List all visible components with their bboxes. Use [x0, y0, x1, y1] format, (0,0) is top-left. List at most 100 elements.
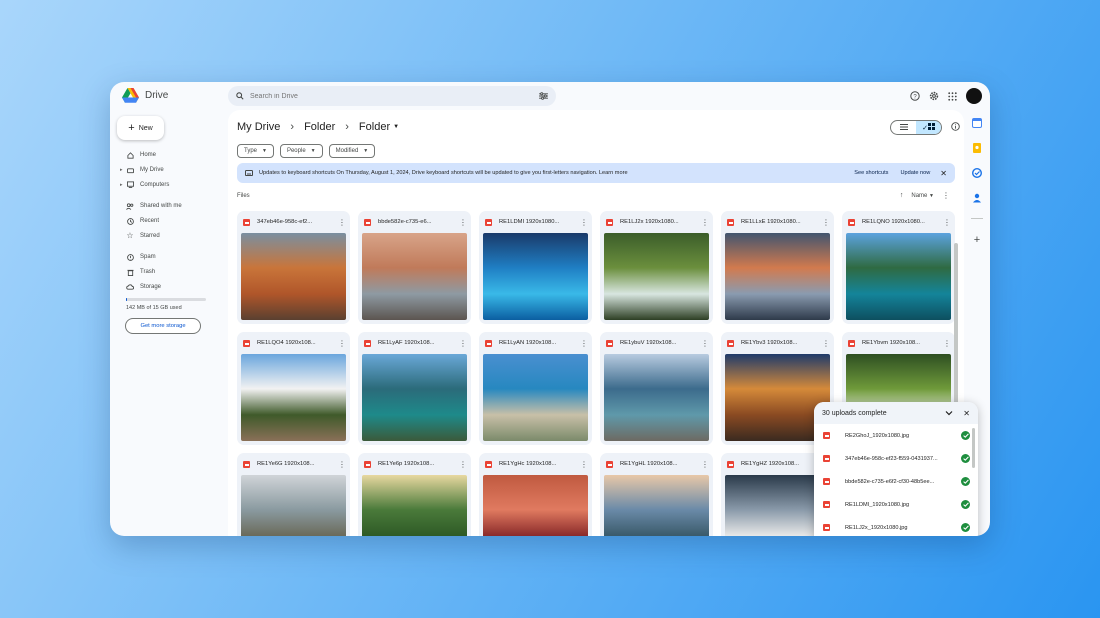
- file-thumbnail[interactable]: [846, 233, 951, 320]
- more-vert-icon[interactable]: ⋮: [338, 218, 346, 227]
- file-card[interactable]: bbde582e-c735-e6... ⋮: [358, 211, 471, 324]
- new-button[interactable]: + New: [117, 116, 164, 140]
- file-card[interactable]: RE1YgHc 1920x108... ⋮: [479, 453, 592, 536]
- file-thumbnail[interactable]: [604, 354, 709, 441]
- settings-icon[interactable]: [929, 91, 939, 101]
- file-card[interactable]: RE1YgHL 1920x108... ⋮: [600, 453, 713, 536]
- list-view-button[interactable]: [891, 121, 916, 134]
- more-vert-icon[interactable]: ⋮: [459, 460, 467, 469]
- grid-view-button[interactable]: ✓: [916, 121, 941, 134]
- file-card[interactable]: 347eb46e-958c-ef2... ⋮: [237, 211, 350, 324]
- search-input[interactable]: [250, 92, 539, 100]
- file-card[interactable]: RE1LLxE 1920x1080... ⋮: [721, 211, 834, 324]
- upload-item[interactable]: RE2GhoJ_1920x1080.jpg: [814, 424, 978, 447]
- more-vert-icon[interactable]: ⋮: [338, 460, 346, 469]
- filter-people[interactable]: People ▼: [279, 144, 323, 158]
- breadcrumb-item[interactable]: My Drive: [237, 121, 280, 133]
- filter-type[interactable]: Type ▼: [237, 144, 274, 158]
- file-thumbnail[interactable]: [604, 233, 709, 320]
- expand-caret-icon[interactable]: ▸: [120, 167, 123, 173]
- see-shortcuts-button[interactable]: See shortcuts: [854, 170, 888, 176]
- breadcrumb-item[interactable]: Folder: [304, 121, 335, 133]
- file-card[interactable]: RE1LyAF 1920x108... ⋮: [358, 332, 471, 445]
- upload-item[interactable]: RE1LJ2x_1920x1080.jpg: [814, 516, 978, 536]
- file-thumbnail[interactable]: [362, 233, 467, 320]
- more-vert-icon[interactable]: ⋮: [701, 339, 709, 348]
- sidebar-item-spam[interactable]: Spam: [110, 250, 210, 265]
- more-vert-icon[interactable]: ⋮: [580, 218, 588, 227]
- sidebar-item-label: Computers: [140, 181, 170, 188]
- upload-item[interactable]: 347eb46e-958c-ef23-f559-0431937...: [814, 447, 978, 470]
- update-now-button[interactable]: Update now: [900, 170, 930, 176]
- sort-by-name[interactable]: Name ▼: [911, 193, 934, 199]
- file-thumbnail[interactable]: [362, 475, 467, 536]
- info-icon[interactable]: [951, 122, 960, 131]
- sidebar-item-shared[interactable]: Shared with me: [110, 199, 210, 214]
- more-vert-icon[interactable]: ⋮: [459, 218, 467, 227]
- app-title: Drive: [145, 90, 169, 101]
- sidebar-item-my-drive[interactable]: ▸ My Drive: [110, 163, 210, 178]
- file-thumbnail[interactable]: [604, 475, 709, 536]
- breadcrumb-current[interactable]: Folder ▼: [359, 121, 399, 133]
- file-thumbnail[interactable]: [241, 475, 346, 536]
- file-thumbnail[interactable]: [362, 354, 467, 441]
- close-icon[interactable]: ✕: [963, 409, 970, 418]
- upload-file-name: RE1LDMI_1920x1080.jpg: [845, 501, 910, 508]
- file-card[interactable]: RE1LQO4 1920x108... ⋮: [237, 332, 350, 445]
- file-thumbnail[interactable]: [725, 233, 830, 320]
- file-card[interactable]: RE1LyAN 1920x108... ⋮: [479, 332, 592, 445]
- more-vert-icon[interactable]: ⋮: [701, 460, 709, 469]
- file-thumbnail[interactable]: [483, 233, 588, 320]
- upload-item[interactable]: RE1LDMI_1920x1080.jpg: [814, 493, 978, 516]
- file-card[interactable]: RE1Ye6p 1920x108... ⋮: [358, 453, 471, 536]
- more-vert-icon[interactable]: ⋮: [580, 339, 588, 348]
- search-options-icon[interactable]: [539, 92, 548, 100]
- file-thumbnail[interactable]: [483, 475, 588, 536]
- filter-modified[interactable]: Modified ▼: [328, 144, 376, 158]
- keep-icon[interactable]: [973, 143, 981, 153]
- more-vert-icon[interactable]: ⋮: [338, 339, 346, 348]
- upload-item[interactable]: bbde582e-c735-e6f2-cf30-48b5ee...: [814, 470, 978, 493]
- more-vert-icon[interactable]: ⋮: [459, 339, 467, 348]
- more-vert-icon[interactable]: ⋮: [943, 218, 951, 227]
- expand-caret-icon[interactable]: ▸: [120, 182, 123, 188]
- file-card[interactable]: RE1LJ2x 1920x1080... ⋮: [600, 211, 713, 324]
- file-card[interactable]: RE1LDMI 1920x1080... ⋮: [479, 211, 592, 324]
- contacts-icon[interactable]: [973, 193, 981, 203]
- file-card[interactable]: RE1LQNO 1920x1080... ⋮: [842, 211, 955, 324]
- search-bar[interactable]: [228, 86, 556, 106]
- more-vert-icon[interactable]: ⋮: [943, 339, 951, 348]
- grid-icon: [927, 123, 935, 132]
- file-thumbnail[interactable]: [241, 354, 346, 441]
- file-card[interactable]: RE1Ye6G 1920x108... ⋮: [237, 453, 350, 536]
- add-icon[interactable]: +: [974, 234, 980, 246]
- more-vert-icon[interactable]: ⋮: [822, 218, 830, 227]
- sidebar-item-computers[interactable]: ▸ Computers: [110, 177, 210, 192]
- file-card[interactable]: RE1ybuV 1920x108... ⋮: [600, 332, 713, 445]
- sidebar-item-home[interactable]: Home: [110, 148, 210, 163]
- avatar[interactable]: [966, 88, 982, 104]
- search-icon[interactable]: [236, 92, 244, 100]
- close-icon[interactable]: ✕: [940, 169, 947, 178]
- calendar-icon[interactable]: [972, 118, 982, 128]
- tasks-icon[interactable]: [972, 168, 982, 178]
- image-file-icon: [823, 478, 830, 485]
- file-thumbnail[interactable]: [241, 233, 346, 320]
- arrow-up-icon[interactable]: ↑: [900, 192, 904, 199]
- more-vert-icon[interactable]: ⋮: [580, 460, 588, 469]
- sidebar-item-starred[interactable]: ☆ Starred: [110, 228, 210, 243]
- file-card-header: RE1YgHL 1920x108... ⋮: [600, 453, 713, 475]
- more-vert-icon[interactable]: ⋮: [942, 191, 950, 200]
- more-vert-icon[interactable]: ⋮: [701, 218, 709, 227]
- get-more-storage-button[interactable]: Get more storage: [125, 318, 201, 335]
- sidebar-item-trash[interactable]: Trash: [110, 265, 210, 280]
- sidebar-item-storage[interactable]: Storage: [110, 280, 210, 295]
- apps-grid-icon[interactable]: [948, 91, 957, 101]
- help-icon[interactable]: ?: [910, 91, 920, 101]
- drive-logo[interactable]: Drive: [122, 88, 168, 103]
- more-vert-icon[interactable]: ⋮: [822, 339, 830, 348]
- chevron-down-icon[interactable]: [945, 410, 953, 416]
- upload-scrollbar[interactable]: [972, 428, 975, 468]
- sidebar-item-recent[interactable]: Recent: [110, 214, 210, 229]
- file-thumbnail[interactable]: [483, 354, 588, 441]
